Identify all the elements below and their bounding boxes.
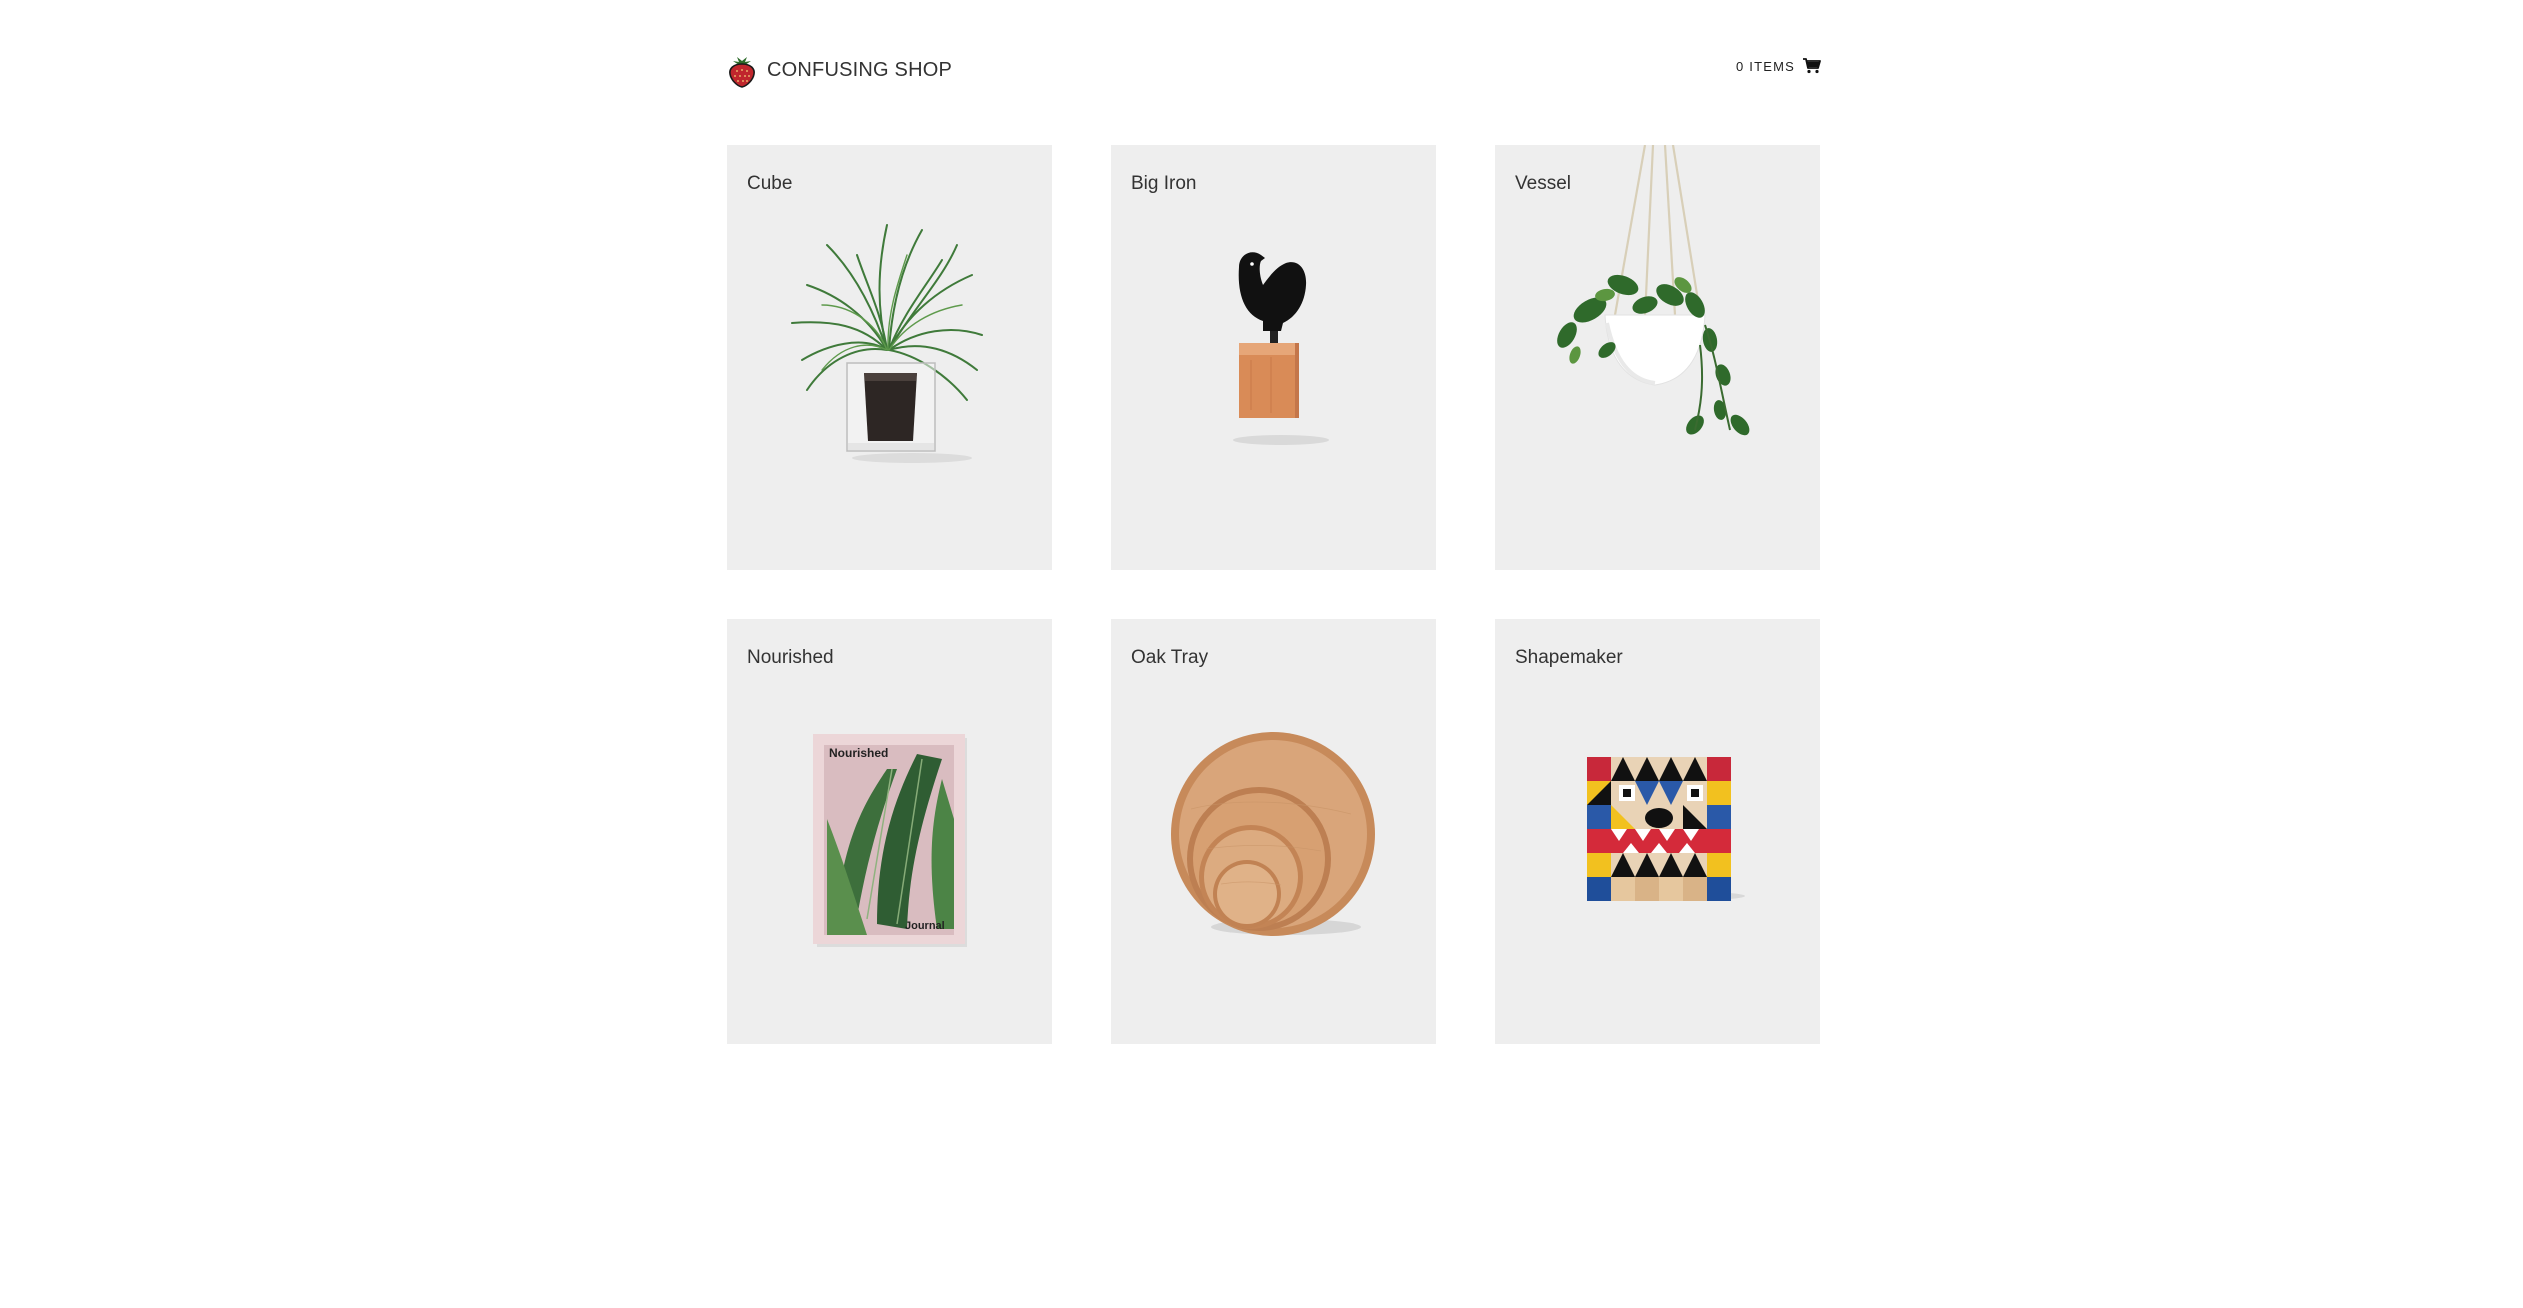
product-image-shapemaker bbox=[1495, 619, 1820, 1044]
product-image-vessel bbox=[1495, 145, 1820, 570]
brand-name: CONFUSING SHOP bbox=[767, 58, 953, 81]
cart-button[interactable]: 0 ITEMS bbox=[1736, 58, 1821, 74]
brand-home-link[interactable]: CONFUSING SHOP bbox=[727, 52, 952, 88]
cart-item-count: 0 ITEMS bbox=[1736, 58, 1795, 74]
product-card-oak-tray[interactable]: Oak Tray bbox=[1111, 619, 1436, 1044]
product-title: Big Iron bbox=[1131, 173, 1197, 194]
strawberry-icon bbox=[729, 57, 755, 88]
product-card-nourished[interactable]: Nourished Journal Nourished bbox=[727, 619, 1052, 1044]
product-title: Cube bbox=[747, 173, 793, 194]
product-title: Shapemaker bbox=[1515, 647, 1623, 668]
product-image-big-iron bbox=[1111, 145, 1436, 570]
shopping-cart-icon bbox=[1803, 58, 1821, 74]
product-image-oak-tray bbox=[1111, 619, 1436, 1044]
product-card-big-iron[interactable]: Big Iron bbox=[1111, 145, 1436, 570]
product-title: Oak Tray bbox=[1131, 647, 1209, 668]
product-grid: Cube Big Iron Vessel Nourished Journal N… bbox=[727, 145, 1821, 1045]
product-card-vessel[interactable]: Vessel bbox=[1495, 145, 1820, 570]
site-header: CONFUSING SHOP 0 ITEMS bbox=[727, 52, 1821, 92]
product-card-shapemaker[interactable]: Shapemaker bbox=[1495, 619, 1820, 1044]
product-image-nourished: Nourished Journal bbox=[727, 619, 1052, 1044]
magazine-subtitle-text: Journal bbox=[905, 920, 945, 932]
product-image-cube bbox=[727, 145, 1052, 570]
product-card-cube[interactable]: Cube bbox=[727, 145, 1052, 570]
product-title: Nourished bbox=[747, 647, 834, 668]
product-title: Vessel bbox=[1515, 173, 1571, 194]
magazine-title-text: Nourished bbox=[829, 746, 888, 760]
